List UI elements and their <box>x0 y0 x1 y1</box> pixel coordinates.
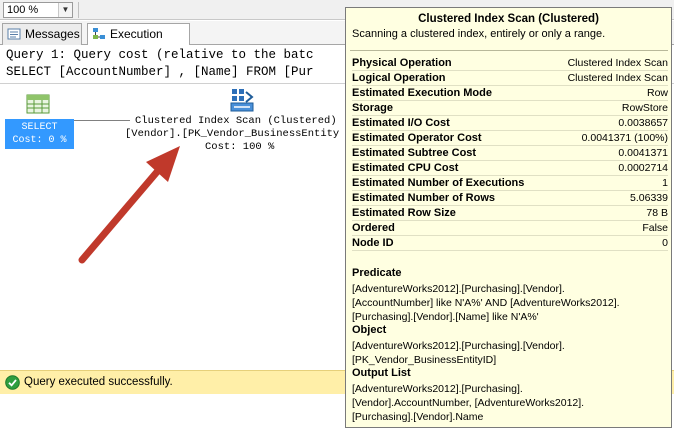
property-key: Estimated I/O Cost <box>352 117 450 129</box>
property-key: Node ID <box>352 237 394 249</box>
predicate-line: [Purchasing].[Vendor].[Name] like N'A%' <box>352 311 539 323</box>
select-node-label: SELECT <box>21 122 58 133</box>
property-key: Storage <box>352 102 393 114</box>
operator-tooltip: Clustered Index Scan (Clustered) Scannin… <box>345 7 672 428</box>
property-row: Node ID 0 <box>352 236 668 251</box>
clustered-index-scan-icon[interactable] <box>229 87 255 113</box>
output-list-line: [Vendor].AccountNumber, [AdventureWorks2… <box>352 397 585 409</box>
property-row: Physical Operation Clustered Index Scan <box>352 56 668 71</box>
property-value: RowStore <box>621 102 668 114</box>
tab-messages-label: Messages <box>25 27 80 41</box>
success-check-icon <box>5 375 20 390</box>
scan-node-operator: Clustered Index Scan (Clustered) <box>135 115 337 127</box>
property-value: 0.0002714 <box>618 162 668 174</box>
property-key: Estimated Number of Rows <box>352 192 496 204</box>
property-row: Estimated CPU Cost 0.0002714 <box>352 161 668 176</box>
property-row: Logical Operation Clustered Index Scan <box>352 71 668 86</box>
object-line: [AdventureWorks2012].[Purchasing].[Vendo… <box>352 340 565 352</box>
select-node-cost: Cost: 0 % <box>12 135 67 146</box>
property-value: Clustered Index Scan <box>567 57 668 69</box>
property-key: Logical Operation <box>352 72 446 84</box>
query-text-line: SELECT [AccountNumber] , [Name] FROM [Pu… <box>6 65 314 79</box>
tooltip-title: Clustered Index Scan (Clustered) <box>418 13 599 25</box>
execution-plan-icon <box>93 28 105 39</box>
tab-messages[interactable]: Messages <box>2 23 82 45</box>
property-row: Estimated I/O Cost 0.0038657 <box>352 116 668 131</box>
property-value: Clustered Index Scan <box>567 72 668 84</box>
property-key: Estimated CPU Cost <box>352 162 459 174</box>
property-row: Storage RowStore <box>352 101 668 116</box>
zoom-value: 100 % <box>7 4 39 16</box>
property-value: 5.06339 <box>630 192 668 204</box>
property-key: Estimated Operator Cost <box>352 132 482 144</box>
property-value: 0.0038657 <box>618 117 668 129</box>
object-heading: Object <box>352 324 387 336</box>
property-value: 0.0041371 (100%) <box>581 132 668 144</box>
output-list-heading: Output List <box>352 367 411 379</box>
property-key: Estimated Number of Executions <box>352 177 525 189</box>
output-list-line: [AdventureWorks2012].[Purchasing]. <box>352 383 523 395</box>
zoom-combobox[interactable]: 100 % ▼ <box>3 2 73 18</box>
property-value: 0 <box>662 237 668 249</box>
status-message: Query executed successfully. <box>24 376 173 388</box>
property-key: Estimated Execution Mode <box>352 87 492 99</box>
property-value: 0.0041371 <box>618 147 668 159</box>
annotation-arrow <box>78 146 180 264</box>
property-value: Row <box>646 87 668 99</box>
predicate-heading: Predicate <box>352 267 402 279</box>
property-row: Estimated Operator Cost 0.0041371 (100%) <box>352 131 668 146</box>
property-key: Ordered <box>352 222 395 234</box>
property-value: 78 B <box>646 207 668 219</box>
predicate-line: [AdventureWorks2012].[Purchasing].[Vendo… <box>352 283 565 295</box>
object-line: [PK_Vendor_BusinessEntityID] <box>352 354 497 366</box>
tooltip-divider <box>350 50 668 51</box>
property-row: Estimated Row Size 78 B <box>352 206 668 221</box>
property-key: Estimated Row Size <box>352 207 456 219</box>
tooltip-description: Scanning a clustered index, entirely or … <box>352 28 606 40</box>
property-key: Physical Operation <box>352 57 452 69</box>
tooltip-properties: Physical Operation Clustered Index Scan L… <box>352 56 668 251</box>
toolbar-divider <box>78 2 79 18</box>
property-key: Estimated Subtree Cost <box>352 147 477 159</box>
query-cost-line: Query 1: Query cost (relative to the bat… <box>6 48 314 62</box>
property-value: 1 <box>662 177 668 189</box>
property-row: Ordered False <box>352 221 668 236</box>
property-row: Estimated Number of Executions 1 <box>352 176 668 191</box>
property-row: Estimated Execution Mode Row <box>352 86 668 101</box>
property-row: Estimated Subtree Cost 0.0041371 <box>352 146 668 161</box>
predicate-line: [AccountNumber] like N'A%' AND [Adventur… <box>352 297 620 309</box>
property-value: False <box>642 222 668 234</box>
messages-icon <box>7 28 21 40</box>
select-icon <box>26 94 50 114</box>
chevron-down-icon[interactable]: ▼ <box>58 3 72 17</box>
output-list-line: [Purchasing].[Vendor].Name <box>352 411 484 423</box>
select-operator-node[interactable]: SELECT Cost: 0 % <box>5 119 74 149</box>
tab-execution-plan[interactable]: Execution plan <box>87 23 190 61</box>
plan-connector-line <box>74 120 130 121</box>
property-row: Estimated Number of Rows 5.06339 <box>352 191 668 206</box>
scan-node-cost: Cost: 100 % <box>205 141 275 153</box>
